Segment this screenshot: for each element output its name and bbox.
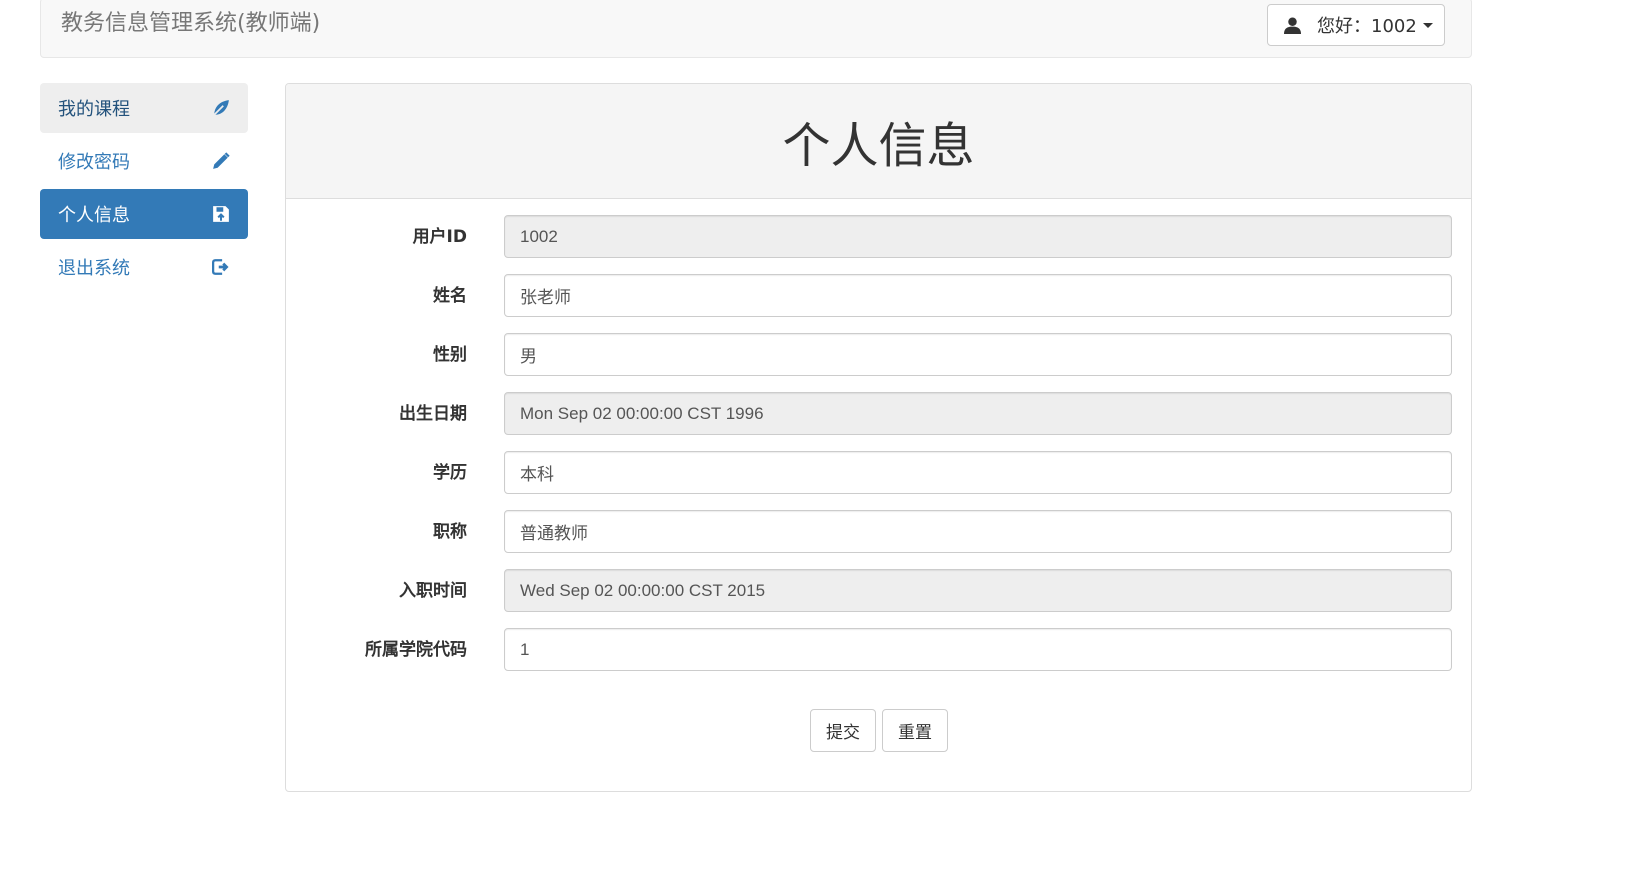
birth-date-field[interactable] [504,392,1452,435]
name-field[interactable] [504,274,1452,317]
app-title[interactable]: 教务信息管理系统(教师端) [61,9,320,39]
sidebar: 我的课程 修改密码 个人信息 退出系统 [40,83,248,295]
field-label: 出生日期 [399,404,467,424]
page-title: 个人信息 [782,118,975,174]
form-row-education: 学历 [286,451,1471,495]
field-label: 职称 [433,522,467,542]
gender-field[interactable] [504,333,1452,376]
panel-heading: 个人信息 [286,84,1471,199]
field-label: 性别 [433,345,467,365]
sidebar-item-change-password[interactable]: 修改密码 [40,136,248,186]
sidebar-item-label: 退出系统 [58,258,130,279]
user-id-field[interactable] [504,215,1452,258]
sidebar-item-label: 修改密码 [58,152,130,173]
field-label: 用户ID [412,227,467,247]
form-row-college-code: 所属学院代码 [286,628,1471,672]
form-row-gender: 性别 [286,333,1471,377]
chevron-down-icon [1422,22,1433,28]
education-field[interactable] [504,451,1452,494]
sidebar-item-logout[interactable]: 退出系统 [40,242,248,292]
submit-button[interactable]: 提交 [810,709,876,752]
field-label: 学历 [433,463,467,483]
sidebar-item-label: 个人信息 [58,205,130,226]
leaf-icon [212,100,229,117]
sidebar-item-my-courses[interactable]: 我的课程 [40,83,248,133]
sidebar-item-personal-info[interactable]: 个人信息 [40,189,248,239]
form-row-title: 职称 [286,510,1471,554]
personal-info-panel: 个人信息 用户ID 姓名 性别 出生日期 学历 职称 入职时间 所属学院代码 提… [285,83,1472,792]
form-row-user-id: 用户ID [286,215,1471,259]
user-icon [1284,17,1301,34]
job-title-field[interactable] [504,510,1452,553]
hire-date-field[interactable] [504,569,1452,612]
top-navbar: 教务信息管理系统(教师端) 您好：1002 [40,0,1472,58]
field-label: 入职时间 [399,581,467,601]
field-label: 姓名 [433,286,467,306]
form-row-birth-date: 出生日期 [286,392,1471,436]
sidebar-item-label: 我的课程 [58,99,130,120]
pencil-icon [213,152,230,169]
form-row-name: 姓名 [286,274,1471,318]
reset-button[interactable]: 重置 [882,709,948,752]
save-icon [213,206,229,222]
logout-icon [212,259,229,275]
user-greeting: 您好：1002 [1317,16,1417,37]
college-code-field[interactable] [504,628,1452,671]
form-buttons: 提交 重置 [810,709,948,752]
user-menu-button[interactable]: 您好：1002 [1267,4,1445,46]
form-row-hire-date: 入职时间 [286,569,1471,613]
field-label: 所属学院代码 [365,640,467,660]
